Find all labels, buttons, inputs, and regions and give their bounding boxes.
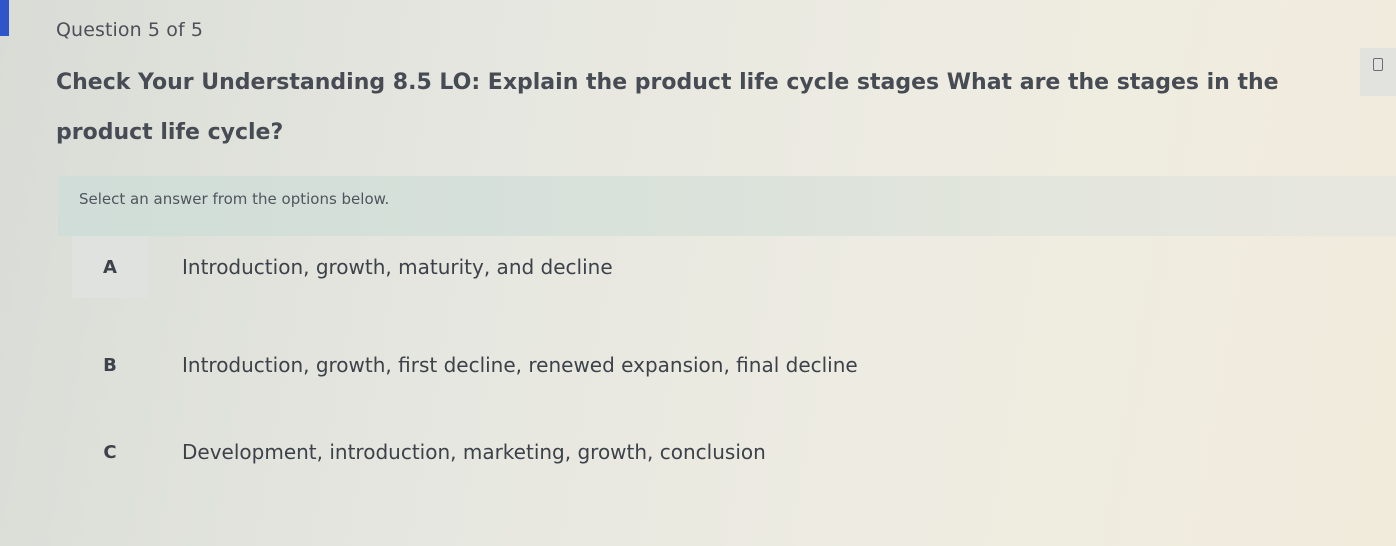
answer-option-b[interactable]: B Introduction, growth, first decline, r…	[72, 334, 1172, 396]
answer-option-c[interactable]: C Development, introduction, marketing, …	[72, 421, 1172, 483]
bookmark-button[interactable]	[1360, 48, 1396, 96]
question-counter: Question 5 of 5	[56, 19, 204, 41]
option-text-b: Introduction, growth, first decline, ren…	[182, 353, 858, 377]
instruction-bar: Select an answer from the options below.	[58, 176, 1396, 236]
answer-option-a[interactable]: A Introduction, growth, maturity, and de…	[72, 236, 1172, 298]
progress-accent-bar	[0, 0, 9, 36]
option-text-a: Introduction, growth, maturity, and decl…	[182, 255, 613, 279]
option-letter-a: A	[72, 236, 148, 298]
option-letter-c: C	[103, 441, 117, 463]
option-text-c: Development, introduction, marketing, gr…	[182, 440, 766, 464]
instruction-text: Select an answer from the options below.	[79, 190, 390, 208]
bookmark-icon	[1373, 58, 1383, 71]
question-text: Check Your Understanding 8.5 LO: Explain…	[56, 70, 1279, 145]
option-letter-b: B	[103, 354, 117, 376]
